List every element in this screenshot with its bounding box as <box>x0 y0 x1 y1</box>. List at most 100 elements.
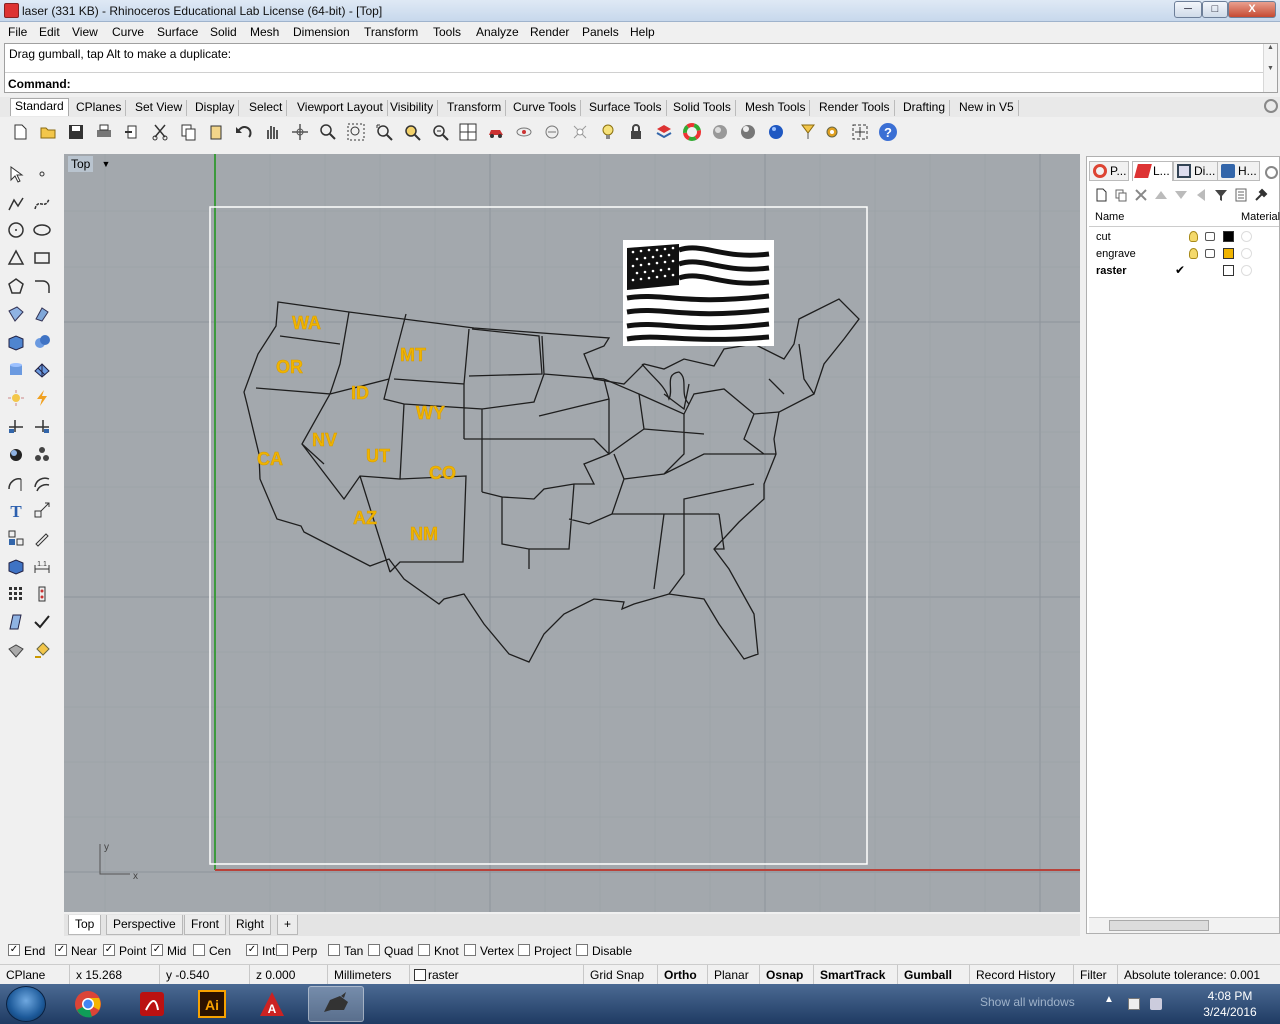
lightning-icon[interactable] <box>30 386 54 410</box>
help-icon[interactable]: ? <box>877 121 899 143</box>
layer-row-raster[interactable]: raster ✔ <box>1089 263 1279 280</box>
surface-icon[interactable] <box>4 302 28 326</box>
gumball-toggle[interactable]: Gumball <box>898 965 970 985</box>
status-current-layer[interactable]: raster <box>422 965 584 985</box>
lamp-icon[interactable] <box>797 121 819 143</box>
lightbulb-icon[interactable] <box>1189 231 1198 242</box>
system-clock[interactable]: 4:08 PM 3/24/2016 <box>1190 988 1270 1020</box>
osnap-perp[interactable]: Perp <box>276 944 317 958</box>
checkbox-checked-icon[interactable]: ✓ <box>8 944 20 956</box>
tab-transform[interactable]: Transform <box>443 100 507 116</box>
layer-row-cut[interactable]: cut <box>1089 229 1279 246</box>
tab-display[interactable]: Display <box>191 100 240 116</box>
minimize-button[interactable]: ─ <box>1174 1 1202 18</box>
zoom-extents-icon[interactable] <box>373 121 395 143</box>
move-left-icon[interactable] <box>1193 187 1209 203</box>
viewport-title[interactable]: Top <box>68 156 94 172</box>
osnap-knot[interactable]: Knot <box>418 944 459 958</box>
tray-expand-icon[interactable]: ▲ <box>1104 994 1114 1005</box>
new-layer-icon[interactable] <box>1093 187 1109 203</box>
hide-icon[interactable] <box>513 121 535 143</box>
paste-icon[interactable] <box>205 121 227 143</box>
layer-color-swatch[interactable] <box>1223 231 1234 242</box>
state-label-mt[interactable]: MT <box>400 345 427 366</box>
rectangle-icon[interactable] <box>30 246 54 270</box>
checkbox-icon[interactable] <box>418 944 430 956</box>
osnap-disable[interactable]: Disable <box>576 944 632 958</box>
paint-bucket-icon[interactable] <box>30 638 54 662</box>
options-icon[interactable] <box>821 121 843 143</box>
grid-snap-toggle[interactable]: Grid Snap <box>584 965 658 985</box>
history-icon[interactable] <box>30 582 54 606</box>
arc-icon[interactable] <box>4 246 28 270</box>
ellipse-icon[interactable] <box>30 218 54 242</box>
color-wheel-icon[interactable] <box>681 121 703 143</box>
boolean-icon[interactable] <box>4 442 28 466</box>
osnap-toggle[interactable]: Osnap <box>760 965 814 985</box>
undo-icon[interactable] <box>233 121 255 143</box>
tab-select[interactable]: Select <box>245 100 288 116</box>
checkbox-icon[interactable] <box>193 944 205 956</box>
command-scrollbar[interactable]: ▲ ▼ <box>1263 44 1277 92</box>
checkbox-checked-icon[interactable]: ✓ <box>103 944 115 956</box>
edit-points-icon[interactable] <box>30 526 54 550</box>
point-icon[interactable] <box>30 162 54 186</box>
checkbox-checked-icon[interactable]: ✓ <box>246 944 258 956</box>
menu-mesh[interactable]: Mesh <box>250 25 279 39</box>
tab-curve-tools[interactable]: Curve Tools <box>509 100 582 116</box>
zoom-icon[interactable] <box>317 121 339 143</box>
osnap-int[interactable]: ✓ Int <box>246 944 275 958</box>
array-icon[interactable] <box>4 526 28 550</box>
filter-toggle[interactable]: Filter <box>1074 965 1118 985</box>
fillet-curve-icon[interactable] <box>30 274 54 298</box>
menu-help[interactable]: Help <box>630 25 655 39</box>
top-viewport[interactable]: WA OR CA ID NV MT WY UT CO AZ NM y x Top… <box>64 154 1080 912</box>
state-label-or[interactable]: OR <box>276 357 304 378</box>
layer-icon[interactable] <box>653 121 675 143</box>
viewport-menu-arrow[interactable]: ▼ <box>100 156 112 172</box>
select-arrow-icon[interactable] <box>4 162 28 186</box>
viewport-tab-front[interactable]: Front <box>184 915 227 935</box>
viewport-tab-top[interactable]: Top <box>68 915 102 935</box>
filter-icon[interactable] <box>1213 187 1229 203</box>
viewport-layout-icon[interactable] <box>457 121 479 143</box>
toolbar-options-gear-icon[interactable] <box>1264 99 1278 113</box>
tab-viewport-layout[interactable]: Viewport Layout <box>293 100 388 116</box>
rotate-view-icon[interactable] <box>289 121 311 143</box>
tab-render-tools[interactable]: Render Tools <box>815 100 895 116</box>
extrude-surface-icon[interactable] <box>30 302 54 326</box>
osnap-project[interactable]: Project <box>518 944 571 958</box>
tab-surface-tools[interactable]: Surface Tools <box>585 100 667 116</box>
smarttrack-toggle[interactable]: SmartTrack <box>814 965 898 985</box>
pdf-reader-taskbar-icon[interactable] <box>124 986 180 1022</box>
autocad-taskbar-icon[interactable]: A <box>244 986 300 1022</box>
tab-solid-tools[interactable]: Solid Tools <box>669 100 736 116</box>
layer-row-engrave[interactable]: engrave <box>1089 246 1279 263</box>
circle-icon[interactable] <box>4 218 28 242</box>
zoom-window-icon[interactable] <box>345 121 367 143</box>
menu-solid[interactable]: Solid <box>210 25 237 39</box>
tab-new-in-v5[interactable]: New in V5 <box>955 100 1019 116</box>
open-icon[interactable] <box>37 121 59 143</box>
column-material[interactable]: Material <box>1241 211 1280 223</box>
light-icon[interactable] <box>4 386 28 410</box>
osnap-cen[interactable]: Cen <box>193 944 231 958</box>
cylinder-icon[interactable] <box>4 358 28 382</box>
illustrator-taskbar-icon[interactable]: Ai <box>184 986 240 1022</box>
polyline-icon[interactable] <box>4 192 28 216</box>
box-icon[interactable] <box>4 330 28 354</box>
osnap-near[interactable]: ✓ Near <box>55 944 97 958</box>
ortho-toggle[interactable]: Ortho <box>658 965 708 985</box>
tab-cplanes[interactable]: CPlanes <box>72 100 127 116</box>
viewport-tab-right[interactable]: Right <box>229 915 272 935</box>
column-name[interactable]: Name <box>1095 211 1124 223</box>
planar-toggle[interactable]: Planar <box>708 965 760 985</box>
blue-sphere-icon[interactable] <box>765 121 787 143</box>
checkbox-icon[interactable] <box>576 944 588 956</box>
checkbox-icon[interactable] <box>518 944 530 956</box>
tab-visibility[interactable]: Visibility <box>386 100 439 116</box>
state-label-wa[interactable]: WA <box>292 313 322 334</box>
tab-drafting[interactable]: Drafting <box>899 100 951 116</box>
gumball-icon[interactable] <box>849 121 871 143</box>
lock-light-icon[interactable] <box>569 121 591 143</box>
